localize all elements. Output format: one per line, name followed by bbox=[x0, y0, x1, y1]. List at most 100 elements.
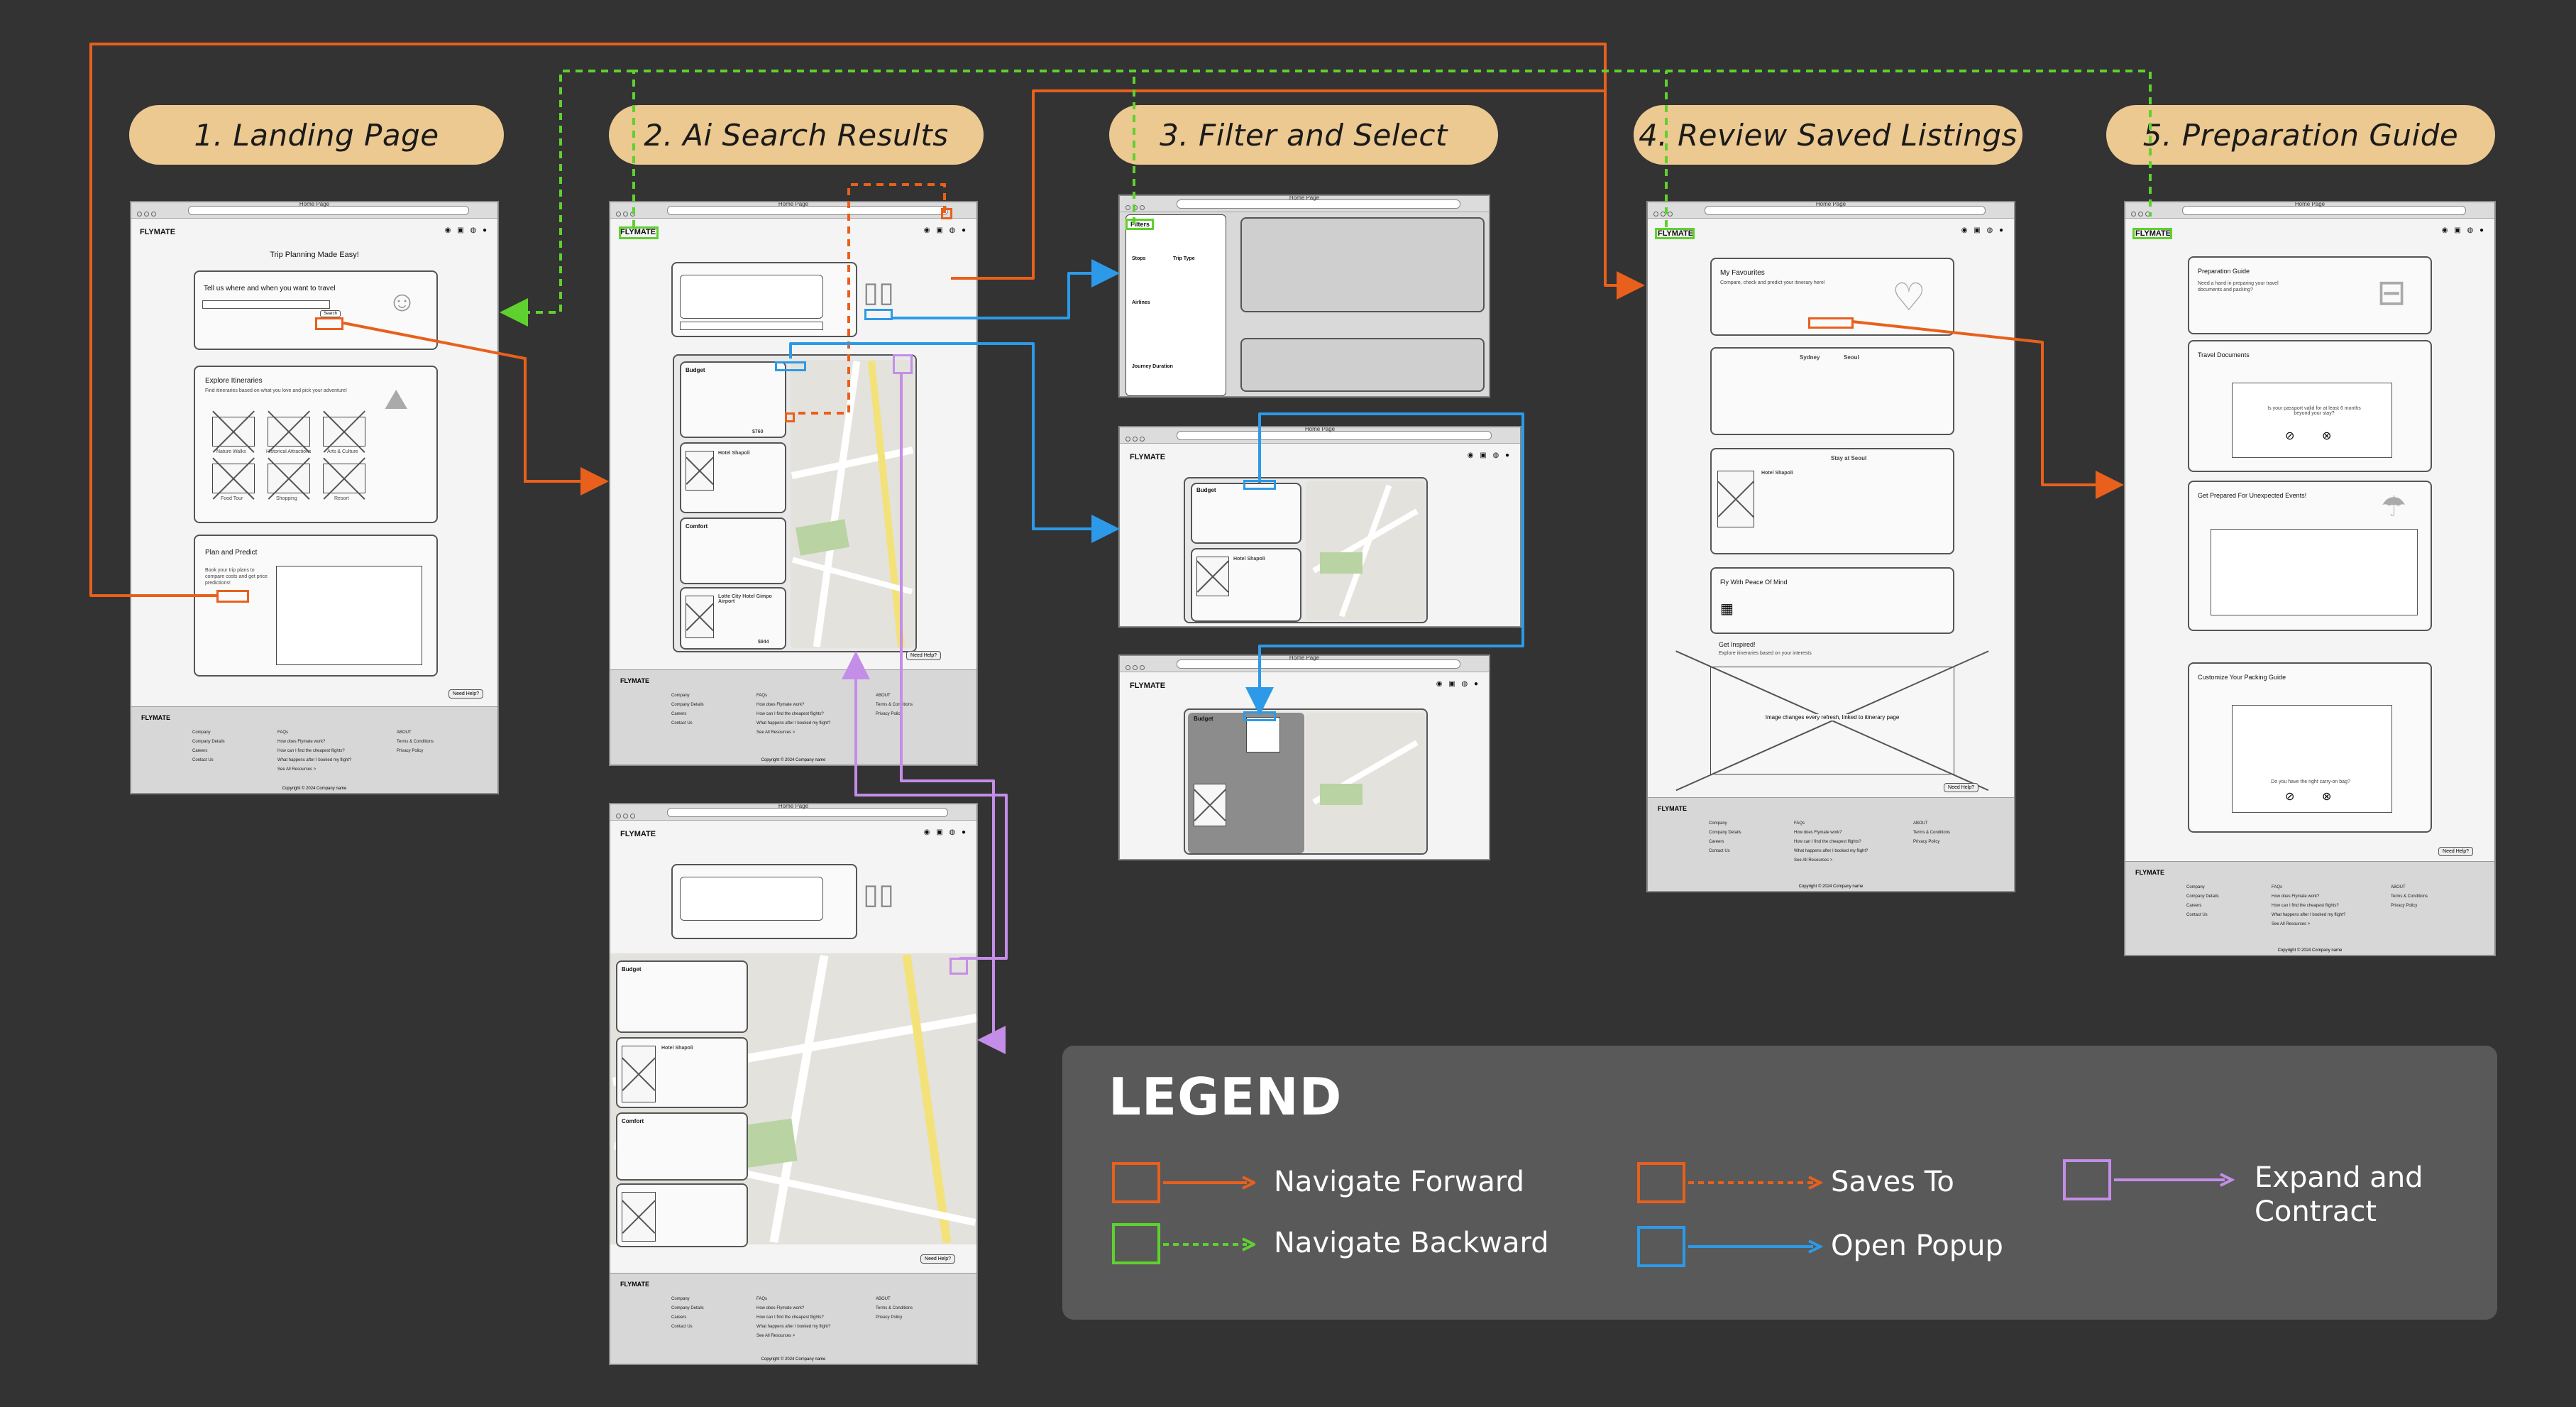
browser-chrome: Home Page bbox=[1120, 656, 1489, 672]
umbrella-icon: ☂ bbox=[2381, 491, 2406, 522]
inspiration-image[interactable]: Image changes every refresh, linked to i… bbox=[1710, 667, 1954, 774]
docs-question: Is your passport valid for at least 6 mo… bbox=[2267, 406, 2361, 416]
wireframe-landing: Home Page FLYMATE ◉ ▣ ◍ ● Trip Planning … bbox=[130, 201, 499, 794]
nav-icons[interactable]: ◉ ▣ ◍ ● bbox=[1961, 226, 2005, 234]
tile-image[interactable] bbox=[268, 417, 310, 447]
budget-label: Budget bbox=[1196, 487, 1216, 493]
need-help-button[interactable]: Need Help? bbox=[920, 1254, 955, 1264]
nav-icons[interactable]: ◉ ▣ ◍ ● bbox=[445, 226, 489, 234]
logo-highlight bbox=[619, 226, 659, 239]
check-icon[interactable]: ⊘ bbox=[2285, 429, 2294, 443]
explore-subtitle: Find itineraries based on what you love … bbox=[205, 388, 348, 393]
hotel-image bbox=[686, 451, 714, 491]
budget-card[interactable]: Budget bbox=[616, 960, 748, 1033]
results-map[interactable] bbox=[791, 360, 914, 648]
hotel-image bbox=[622, 1046, 656, 1102]
docs-question-box: Is your passport valid for at least 6 mo… bbox=[2232, 383, 2392, 458]
tile-label: Shopping bbox=[276, 496, 297, 501]
brand-logo[interactable]: FLYMATE bbox=[620, 830, 656, 838]
footer: FLYMATE Company Company Details Careers Con… bbox=[610, 1273, 976, 1364]
nav-icons[interactable]: ◉ ▣ ◍ ● bbox=[1468, 451, 1512, 459]
tile-image[interactable] bbox=[323, 417, 365, 447]
browser-title: Home Page bbox=[778, 803, 809, 809]
footer-brand: FLYMATE bbox=[141, 714, 171, 721]
insurance-compare[interactable] bbox=[2211, 529, 2418, 615]
nav-icons[interactable]: ◉ ▣ ◍ ● bbox=[924, 226, 968, 234]
guide-title: Preparation Guide bbox=[2198, 268, 2250, 275]
browser-chrome: Home Page bbox=[610, 804, 976, 821]
legend-expand-swatch bbox=[2063, 1159, 2111, 1200]
hotel-card-2[interactable]: Lotte City Hotel Gimpo Airport $944 bbox=[680, 587, 786, 650]
video-placeholder[interactable] bbox=[276, 566, 422, 665]
explore-title: Explore Itineraries bbox=[205, 377, 263, 385]
results-card bbox=[1240, 338, 1485, 392]
footer-col-about: ABOUT Terms & Conditions Privacy Policy bbox=[876, 1297, 913, 1320]
predict-highlight bbox=[1808, 317, 1854, 329]
comfort-card[interactable]: Comfort bbox=[680, 518, 786, 584]
results-map[interactable] bbox=[1306, 481, 1425, 620]
nav-icons[interactable]: ◉ ▣ ◍ ● bbox=[924, 828, 968, 836]
close-icon[interactable]: ⊗ bbox=[2322, 429, 2331, 443]
search-prompt: Tell us where and when you want to trave… bbox=[204, 285, 336, 292]
wireframe-prep-guide: Home Page FLYMATE ◉ ▣ ◍ ● Preparation Gu… bbox=[2124, 201, 2496, 956]
close-icon[interactable]: ⊗ bbox=[2322, 789, 2331, 804]
brand-logo[interactable]: FLYMATE bbox=[1130, 453, 1165, 461]
tile-image[interactable] bbox=[323, 464, 365, 493]
comfort-card[interactable]: Comfort bbox=[616, 1112, 748, 1181]
filter-popup[interactable]: Filters Stops Trip Type Airlines Journey… bbox=[1125, 214, 1226, 396]
legend-saves-swatch bbox=[1637, 1162, 1685, 1203]
tile-image[interactable] bbox=[212, 417, 255, 447]
search-input[interactable] bbox=[202, 300, 330, 309]
hotel-card-2[interactable] bbox=[616, 1183, 748, 1247]
nav-icons[interactable]: ◉ ▣ ◍ ● bbox=[1436, 680, 1480, 688]
brand-logo[interactable]: FLYMATE bbox=[1130, 681, 1165, 690]
step-label: 5. Preparation Guide bbox=[2142, 117, 2459, 153]
results-map[interactable] bbox=[1306, 713, 1425, 852]
footer-brand: FLYMATE bbox=[2135, 869, 2165, 876]
browser-chrome: Home Page bbox=[1648, 202, 2014, 219]
footer-col-about: ABOUT Terms & Conditions Privacy Policy bbox=[876, 694, 913, 716]
hotel-card[interactable]: Hotel Shapoli bbox=[1191, 548, 1301, 622]
hotel-image bbox=[686, 596, 714, 638]
hotel-card[interactable]: Hotel Shapoli bbox=[616, 1037, 748, 1108]
search-button[interactable]: Search bbox=[320, 310, 341, 317]
hotel-card[interactable]: Hotel Shapoli bbox=[680, 442, 786, 513]
guide-subtitle: Need a hand in preparing your travel doc… bbox=[2198, 281, 2279, 292]
legend-forward-label: Navigate Forward bbox=[1274, 1166, 1524, 1198]
map-icon: ⛰ bbox=[384, 384, 408, 415]
chat-input[interactable] bbox=[680, 322, 823, 330]
favourites-subtitle: Compare, check and predict your itinerar… bbox=[1720, 280, 1825, 285]
step-pill-search: 2. Ai Search Results bbox=[609, 105, 984, 165]
budget-card[interactable]: Budget bbox=[1191, 483, 1301, 544]
stay-card[interactable]: Stay at Seoul Hotel Shapoli bbox=[1710, 448, 1954, 554]
tile-image[interactable] bbox=[212, 464, 255, 493]
legend-title: LEGEND bbox=[1108, 1067, 1343, 1127]
brand-logo[interactable]: FLYMATE bbox=[140, 228, 175, 236]
need-help-button[interactable]: Need Help? bbox=[2438, 847, 2473, 856]
footer-col-company: Company Company Details Careers Contact Us bbox=[671, 1297, 704, 1329]
budget-card[interactable]: Budget $760 bbox=[680, 361, 786, 438]
chat-icon: ☺ bbox=[387, 286, 417, 317]
peace-card: Fly With Peace Of Mind ▦ bbox=[1710, 567, 1954, 634]
need-help-button[interactable]: Need Help? bbox=[448, 689, 483, 699]
need-help-button[interactable]: Need Help? bbox=[906, 651, 941, 660]
tile-label: Nature Walks bbox=[216, 449, 246, 454]
legend-popup-line bbox=[1688, 1239, 1823, 1254]
check-icon[interactable]: ⊘ bbox=[2285, 789, 2294, 804]
need-help-button[interactable]: Need Help? bbox=[1944, 783, 1978, 792]
tile-image[interactable] bbox=[268, 464, 310, 493]
peace-title: Fly With Peace Of Mind bbox=[1720, 579, 1788, 586]
sort-dropdown[interactable] bbox=[1246, 717, 1280, 752]
wireframe-dropdown: Home Page FLYMATE ◉ ▣ ◍ ● Budget bbox=[1118, 655, 1490, 860]
comfort-label: Comfort bbox=[686, 523, 708, 530]
copyright: Copyright © 2024 Company name bbox=[1798, 885, 1864, 889]
results-panel: Budget Hotel Shapoli bbox=[1184, 477, 1428, 623]
step-label: 4. Review Saved Listings bbox=[1639, 117, 2018, 153]
events-card: Get Prepared For Unexpected Events! ☂ bbox=[2188, 481, 2432, 631]
flight-card[interactable]: Sydney Seoul bbox=[1710, 347, 1954, 435]
hotel-image bbox=[1717, 471, 1754, 527]
legend-backward-swatch bbox=[1112, 1223, 1160, 1264]
footer-col-faqs: FAQs How does Flymate work? How can I find… bbox=[1794, 821, 1868, 863]
browser-chrome: Home Page bbox=[1120, 196, 1489, 212]
nav-icons[interactable]: ◉ ▣ ◍ ● bbox=[2442, 226, 2486, 234]
